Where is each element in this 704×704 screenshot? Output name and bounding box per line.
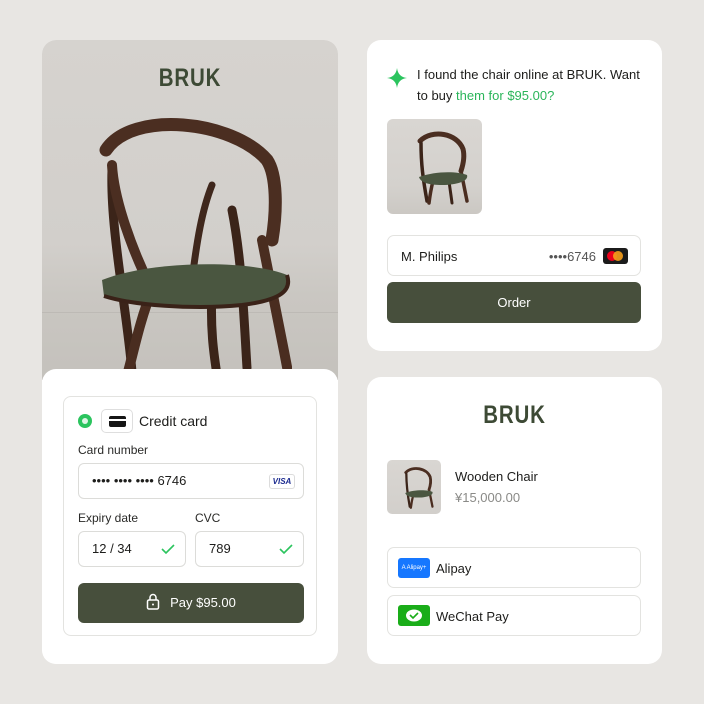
check-icon (161, 544, 175, 555)
pay-button[interactable]: Pay $95.00 (78, 583, 304, 623)
wechat-pay-label: WeChat Pay (436, 609, 509, 624)
wechat-pay-icon (398, 605, 430, 626)
item-price: ¥15,000.00 (455, 490, 521, 505)
brand-logo: BRUK (158, 64, 222, 92)
account-name: M. Philips (401, 249, 458, 264)
account-card-number: ••••6746 (548, 249, 596, 264)
item-name: Wooden Chair (455, 469, 538, 484)
wechat-pay-option[interactable]: WeChat Pay (387, 595, 641, 636)
cvc-value: 789 (209, 541, 231, 556)
assistant-chat-card: I found the chair online at BRUK. Want t… (367, 40, 662, 351)
credit-card-radio[interactable] (78, 414, 92, 428)
card-number-input[interactable]: •••• •••• •••• 6746 VISA (78, 463, 304, 499)
alipay-option[interactable]: A Alipay+ Alipay (387, 547, 641, 588)
cvc-label: CVC (195, 511, 221, 525)
payment-account[interactable]: M. Philips ••••6746 (387, 235, 641, 276)
mastercard-icon (603, 248, 628, 264)
expiry-value: 12 / 34 (92, 541, 132, 556)
check-icon (279, 544, 293, 555)
payment-method-label: Credit card (139, 413, 208, 429)
product-card: BRUK Credit card Card number •••• •••• •… (42, 40, 338, 664)
alipay-icon: A Alipay+ (398, 558, 430, 578)
order-button[interactable]: Order (387, 282, 641, 323)
lock-icon (146, 593, 160, 610)
payment-panel: Credit card Card number •••• •••• •••• 6… (42, 369, 338, 664)
sparkle-icon (387, 68, 407, 88)
assistant-message: I found the chair online at BRUK. Want t… (417, 64, 647, 106)
message-price: them for $95.00? (456, 88, 555, 103)
chair-image (404, 467, 434, 509)
expiry-label: Expiry date (78, 511, 139, 525)
card-number-value: •••• •••• •••• 6746 (92, 473, 187, 488)
pay-button-label: Pay $95.00 (170, 595, 236, 610)
checkout-card: BRUK Wooden Chair ¥15,000.00 A Alipay+ A… (367, 377, 662, 664)
item-thumbnail (387, 460, 441, 514)
alipay-label: Alipay (436, 561, 472, 576)
visa-icon: VISA (269, 474, 295, 489)
credit-card-icon (101, 409, 133, 433)
chair-image (417, 131, 469, 205)
product-thumbnail[interactable] (387, 119, 482, 214)
brand-logo: BRUK (483, 401, 546, 429)
expiry-input[interactable]: 12 / 34 (78, 531, 186, 567)
credit-card-form: Credit card Card number •••• •••• •••• 6… (63, 396, 317, 636)
chair-image (99, 118, 292, 380)
card-number-label: Card number (78, 443, 149, 457)
cvc-input[interactable]: 789 (195, 531, 304, 567)
product-photo: BRUK (42, 40, 338, 380)
